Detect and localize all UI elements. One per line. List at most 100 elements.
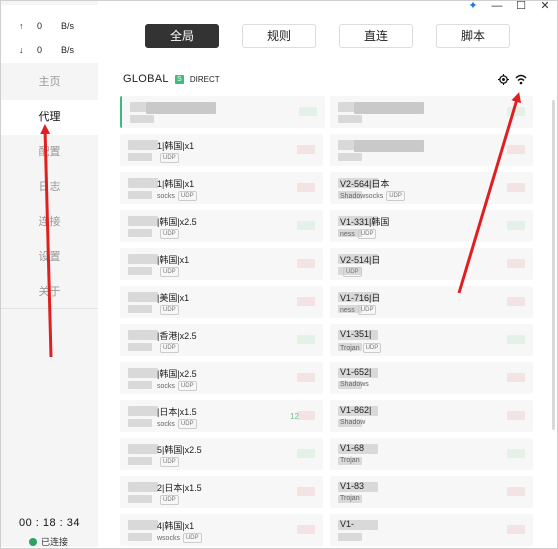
proxy-item[interactable]: |韩国|x2.5 UDP	[120, 210, 323, 242]
latency-indicator[interactable]	[507, 449, 525, 458]
udp-badge: UDP	[357, 229, 377, 239]
proxy-name: 1|韩国|x1	[157, 179, 195, 189]
latency-indicator[interactable]	[297, 449, 315, 458]
proxy-item[interactable]: V1-331|韩国 ness UDP	[330, 210, 533, 242]
sidebar-item-connections[interactable]: 连接	[1, 205, 98, 240]
proxy-item[interactable]: |香港|x2.5 UDP	[120, 324, 323, 356]
proxy-item[interactable]: 1|韩国|x1 UDP	[120, 134, 323, 166]
latency-indicator[interactable]	[507, 107, 525, 116]
proxy-item[interactable]: V1-716|日 ness UDP	[330, 286, 533, 318]
proxy-name: |香港|x2.5	[157, 331, 197, 341]
proxy-item[interactable]: V1-351| Trojan UDP	[330, 324, 533, 356]
proxy-name: |韩国|x2.5	[157, 217, 197, 227]
tab-direct[interactable]: 直连	[339, 24, 413, 48]
masked-region	[128, 305, 152, 313]
proxy-meta: UDP	[157, 229, 179, 239]
proxy-name: V1-351|	[340, 329, 372, 339]
sidebar-nav: 主页 代理 配置 日志 连接 设置 关于	[1, 65, 98, 310]
tab-rule[interactable]: 规则	[242, 24, 316, 48]
sidebar-item-logs[interactable]: 日志	[1, 170, 98, 205]
latency-indicator[interactable]	[297, 411, 315, 420]
proxy-type: Trojan	[340, 457, 360, 464]
upload-speed: ↑ 0 B/s	[19, 21, 74, 31]
proxy-name: V1-716|日	[340, 293, 381, 303]
latency-indicator[interactable]	[507, 297, 525, 306]
latency-indicator[interactable]	[297, 487, 315, 496]
latency-indicator[interactable]	[297, 221, 315, 230]
tab-global[interactable]: 全局	[145, 24, 219, 48]
proxy-item[interactable]: V1-83 Trojan	[330, 476, 533, 508]
udp-badge: UDP	[386, 191, 405, 201]
proxy-group-header[interactable]: GLOBAL S DIRECT	[123, 73, 220, 85]
udp-badge: UDP	[177, 381, 197, 391]
udp-badge: UDP	[160, 343, 179, 353]
latency-indicator[interactable]	[507, 221, 525, 230]
latency-indicator[interactable]	[297, 373, 315, 382]
maximize-button[interactable]: ☐	[514, 0, 528, 12]
proxy-meta: socks UDP	[157, 381, 197, 391]
pin-icon[interactable]: ✦	[466, 0, 480, 12]
proxy-item[interactable]: |韩国|x1 UDP	[120, 248, 323, 280]
proxy-item[interactable]: V1-	[330, 514, 533, 546]
proxy-item[interactable]	[120, 96, 325, 128]
close-button[interactable]: ✕	[538, 0, 552, 12]
masked-region	[128, 292, 158, 302]
latency-indicator[interactable]	[297, 297, 315, 306]
proxy-name: 5|韩国|x2.5	[157, 445, 202, 455]
proxy-name: 2|日本|x1.5	[157, 483, 202, 493]
proxy-item[interactable]: 2|日本|x1.5 UDP	[120, 476, 323, 508]
scrollbar[interactable]	[552, 100, 555, 430]
latency-indicator[interactable]	[297, 183, 315, 192]
latency-indicator[interactable]	[507, 335, 525, 344]
latency-indicator[interactable]	[507, 259, 525, 268]
proxy-name: V1-83	[340, 481, 365, 491]
proxy-item[interactable]: 5|韩国|x2.5 UDP	[120, 438, 323, 470]
latency-indicator[interactable]	[507, 183, 525, 192]
latency-indicator[interactable]	[507, 145, 525, 154]
proxy-type: socks	[157, 382, 175, 390]
proxy-meta: UDP	[157, 153, 179, 163]
sidebar-item-profiles[interactable]: 配置	[1, 135, 98, 170]
sidebar-item-proxies[interactable]: 代理	[1, 100, 98, 135]
upload-arrow-icon: ↑	[19, 21, 24, 31]
sidebar-item-home[interactable]: 主页	[1, 65, 98, 100]
latency-indicator[interactable]	[297, 335, 315, 344]
proxy-type: wsocks	[157, 534, 180, 542]
proxy-item[interactable]: V2-564|日本 Shadowsocks UDP	[330, 172, 533, 204]
proxy-item[interactable]: 1|韩国|x1 socks UDP	[120, 172, 323, 204]
proxy-meta: UDP	[157, 305, 179, 315]
proxy-item[interactable]: V1-68 Trojan	[330, 438, 533, 470]
masked-region	[338, 115, 362, 123]
masked-region	[128, 343, 152, 351]
proxy-item[interactable]: V1-652| Shadows	[330, 362, 533, 394]
latency-indicator[interactable]	[507, 373, 525, 382]
masked-region	[338, 533, 362, 541]
latency-indicator[interactable]	[507, 411, 525, 420]
locate-icon[interactable]	[498, 74, 509, 85]
latency-indicator[interactable]	[297, 525, 315, 534]
proxy-item[interactable]: 4|韩国|x1 wsocks UDP	[120, 514, 323, 546]
proxy-item[interactable]: V2-514|日 UDP	[330, 248, 533, 280]
masked-region	[128, 457, 152, 465]
proxy-item[interactable]: V1-862| Shadow	[330, 400, 533, 432]
traffic-panel: ↑ 0 B/s ↓ 0 B/s	[1, 5, 98, 63]
proxy-item[interactable]: |韩国|x2.5 socks UDP	[120, 362, 323, 394]
latency-indicator[interactable]	[297, 259, 315, 268]
proxy-name: 1|韩国|x1	[157, 141, 195, 151]
proxy-name: V2-564|日本	[340, 179, 390, 189]
latency-indicator[interactable]	[507, 487, 525, 496]
proxy-item[interactable]: |美国|x1 UDP	[120, 286, 323, 318]
sidebar-item-about[interactable]: 关于	[1, 275, 98, 310]
udp-badge: UDP	[160, 229, 179, 239]
latency-indicator[interactable]	[299, 107, 317, 116]
wifi-icon[interactable]	[515, 74, 527, 85]
sidebar-item-settings[interactable]: 设置	[1, 240, 98, 275]
download-unit: B/s	[61, 45, 75, 55]
proxy-item[interactable]	[330, 134, 533, 166]
latency-indicator[interactable]	[297, 145, 315, 154]
minimize-button[interactable]: —	[490, 0, 504, 12]
sidebar-divider	[1, 308, 98, 309]
tab-script[interactable]: 脚本	[436, 24, 510, 48]
proxy-item[interactable]	[330, 96, 533, 128]
latency-indicator[interactable]	[507, 525, 525, 534]
